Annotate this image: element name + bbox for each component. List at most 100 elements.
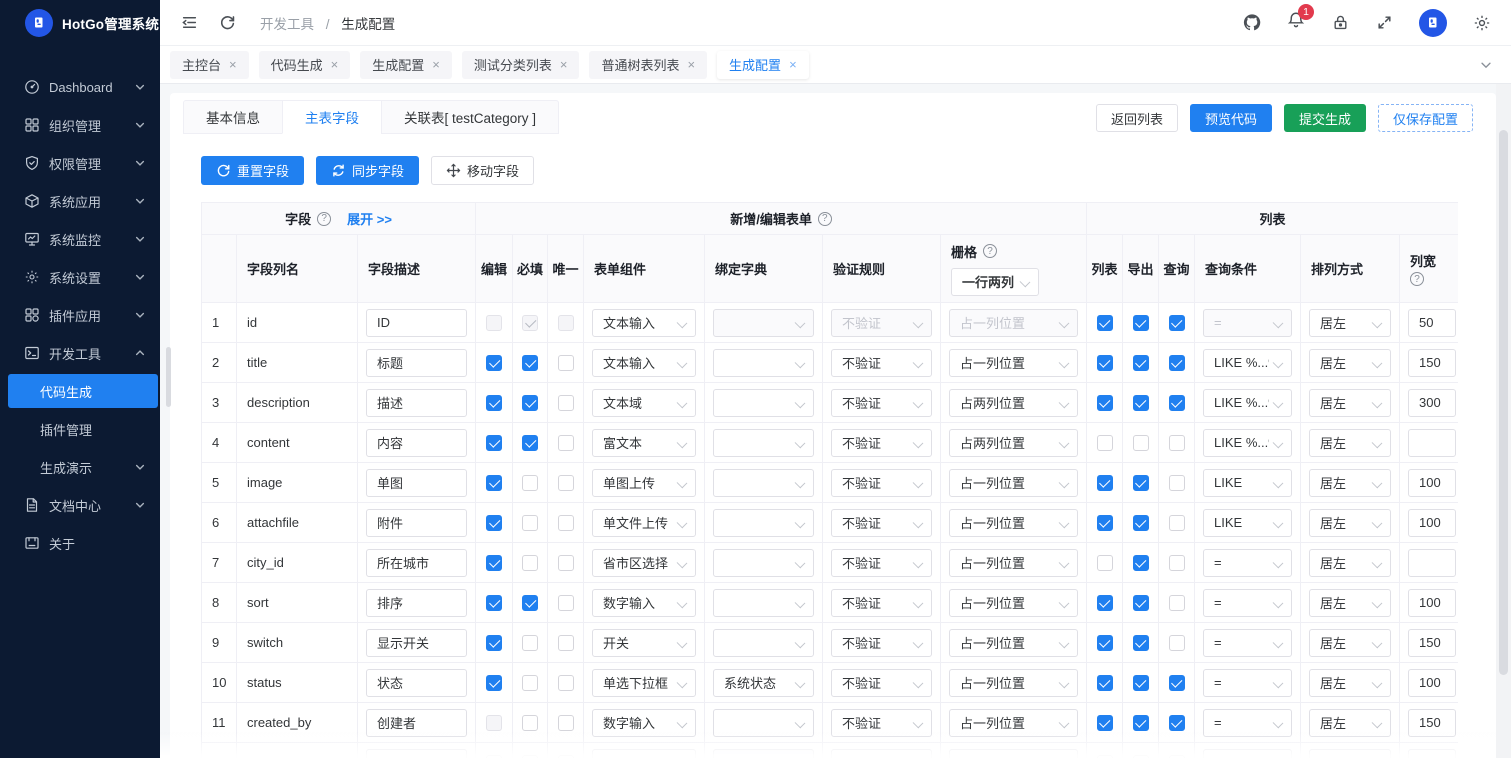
column-width-input[interactable] xyxy=(1408,389,1456,417)
list-checkbox[interactable] xyxy=(1097,475,1113,491)
tab-actions-chevron-icon[interactable] xyxy=(1479,58,1493,72)
unique-checkbox[interactable] xyxy=(558,475,574,491)
dict-select[interactable] xyxy=(713,629,814,657)
expand-link[interactable]: 展开 >> xyxy=(347,209,392,228)
validate-select[interactable]: 不验证 xyxy=(831,509,932,537)
export-checkbox[interactable] xyxy=(1133,315,1149,331)
query-checkbox[interactable] xyxy=(1169,435,1185,451)
export-checkbox[interactable] xyxy=(1133,395,1149,411)
query-condition-select[interactable]: LIKE %...% xyxy=(1203,389,1292,417)
column-width-input[interactable] xyxy=(1408,749,1456,758)
query-checkbox[interactable] xyxy=(1169,675,1185,691)
help-icon[interactable]: ? xyxy=(1410,272,1424,286)
query-condition-select[interactable]: LIKE %...% xyxy=(1203,429,1292,457)
align-select[interactable]: 居左 xyxy=(1309,589,1391,617)
breadcrumb-parent[interactable]: 开发工具 xyxy=(260,17,314,32)
align-select[interactable]: 居左 xyxy=(1309,629,1391,657)
component-select[interactable]: 富文本 xyxy=(592,429,696,457)
component-select[interactable]: 单选下拉框 xyxy=(592,669,696,697)
component-select[interactable]: 开关 xyxy=(592,629,696,657)
list-checkbox[interactable] xyxy=(1097,595,1113,611)
validate-select[interactable]: 不验证 xyxy=(831,709,932,737)
align-select[interactable]: 居左 xyxy=(1309,669,1391,697)
field-desc-input[interactable] xyxy=(366,709,467,737)
validate-select[interactable]: 不验证 xyxy=(831,629,932,657)
dict-select[interactable] xyxy=(713,589,814,617)
user-avatar[interactable] xyxy=(1419,9,1447,37)
component-select[interactable]: 文本域 xyxy=(592,389,696,417)
align-select[interactable]: 居左 xyxy=(1309,389,1391,417)
move-fields-button[interactable]: 移动字段 xyxy=(431,156,534,185)
column-width-input[interactable] xyxy=(1408,429,1456,457)
required-checkbox[interactable] xyxy=(522,635,538,651)
unique-checkbox[interactable] xyxy=(558,715,574,731)
query-checkbox[interactable] xyxy=(1169,595,1185,611)
list-checkbox[interactable] xyxy=(1097,515,1113,531)
config-tab[interactable]: 关联表[ testCategory ] xyxy=(381,100,559,134)
sidebar-item[interactable]: 开发工具 xyxy=(0,336,160,370)
help-icon[interactable]: ? xyxy=(818,212,832,226)
reset-fields-button[interactable]: 重置字段 xyxy=(201,156,304,185)
edit-checkbox[interactable] xyxy=(486,635,502,651)
column-width-input[interactable] xyxy=(1408,709,1456,737)
column-width-input[interactable] xyxy=(1408,349,1456,377)
query-checkbox[interactable] xyxy=(1169,555,1185,571)
page-tab[interactable]: 普通树表列表× xyxy=(589,51,707,79)
list-checkbox[interactable] xyxy=(1097,635,1113,651)
query-checkbox[interactable] xyxy=(1169,635,1185,651)
list-checkbox[interactable] xyxy=(1097,395,1113,411)
close-icon[interactable]: × xyxy=(432,58,440,71)
unique-checkbox[interactable] xyxy=(558,395,574,411)
query-condition-select[interactable]: = xyxy=(1203,549,1292,577)
query-condition-select[interactable]: = xyxy=(1203,669,1292,697)
grid-select[interactable]: 占一列位置 xyxy=(949,629,1078,657)
edit-checkbox[interactable] xyxy=(486,475,502,491)
logo[interactable]: HotGo管理系统 xyxy=(0,0,160,46)
grid-select[interactable] xyxy=(949,749,1078,758)
field-desc-input[interactable] xyxy=(366,429,467,457)
unique-checkbox[interactable] xyxy=(558,555,574,571)
vertical-scrollbar-thumb[interactable] xyxy=(1499,130,1508,675)
export-checkbox[interactable] xyxy=(1133,555,1149,571)
export-checkbox[interactable] xyxy=(1133,675,1149,691)
export-checkbox[interactable] xyxy=(1133,515,1149,531)
field-desc-input[interactable] xyxy=(366,549,467,577)
edit-checkbox[interactable] xyxy=(486,435,502,451)
align-select[interactable]: 居左 xyxy=(1309,509,1391,537)
page-tab[interactable]: 生成配置× xyxy=(717,51,809,79)
grid-select[interactable]: 占一列位置 xyxy=(949,469,1078,497)
query-checkbox[interactable] xyxy=(1169,315,1185,331)
help-icon[interactable]: ? xyxy=(983,244,997,258)
sidebar-item[interactable]: 系统监控 xyxy=(0,222,160,256)
required-checkbox[interactable] xyxy=(522,435,538,451)
preview-code-button[interactable]: 预览代码 xyxy=(1190,104,1272,132)
field-desc-input[interactable] xyxy=(366,389,467,417)
sidebar-item[interactable]: 组织管理 xyxy=(0,108,160,142)
settings-gear-icon[interactable] xyxy=(1473,14,1491,32)
required-checkbox[interactable] xyxy=(522,555,538,571)
sidebar-scrollbar-thumb[interactable] xyxy=(166,347,171,407)
export-checkbox[interactable] xyxy=(1133,435,1149,451)
required-checkbox[interactable] xyxy=(522,675,538,691)
validate-select[interactable]: 不验证 xyxy=(831,429,932,457)
dict-select[interactable] xyxy=(713,469,814,497)
align-select[interactable]: 居左 xyxy=(1309,709,1391,737)
component-select[interactable] xyxy=(592,749,696,758)
unique-checkbox[interactable] xyxy=(558,595,574,611)
validate-select[interactable] xyxy=(831,749,932,758)
edit-checkbox[interactable] xyxy=(486,515,502,531)
unique-checkbox[interactable] xyxy=(558,355,574,371)
query-checkbox[interactable] xyxy=(1169,515,1185,531)
align-select[interactable]: 居左 xyxy=(1309,469,1391,497)
component-select[interactable]: 文本输入 xyxy=(592,309,696,337)
query-checkbox[interactable] xyxy=(1169,715,1185,731)
column-width-input[interactable] xyxy=(1408,509,1456,537)
field-desc-input[interactable] xyxy=(366,669,467,697)
validate-select[interactable]: 不验证 xyxy=(831,469,932,497)
page-tab[interactable]: 代码生成× xyxy=(259,51,351,79)
align-select[interactable] xyxy=(1309,749,1391,758)
dict-select[interactable] xyxy=(713,429,814,457)
sidebar-item[interactable]: 关于 xyxy=(0,526,160,560)
component-select[interactable]: 单图上传 xyxy=(592,469,696,497)
query-checkbox[interactable] xyxy=(1169,355,1185,371)
